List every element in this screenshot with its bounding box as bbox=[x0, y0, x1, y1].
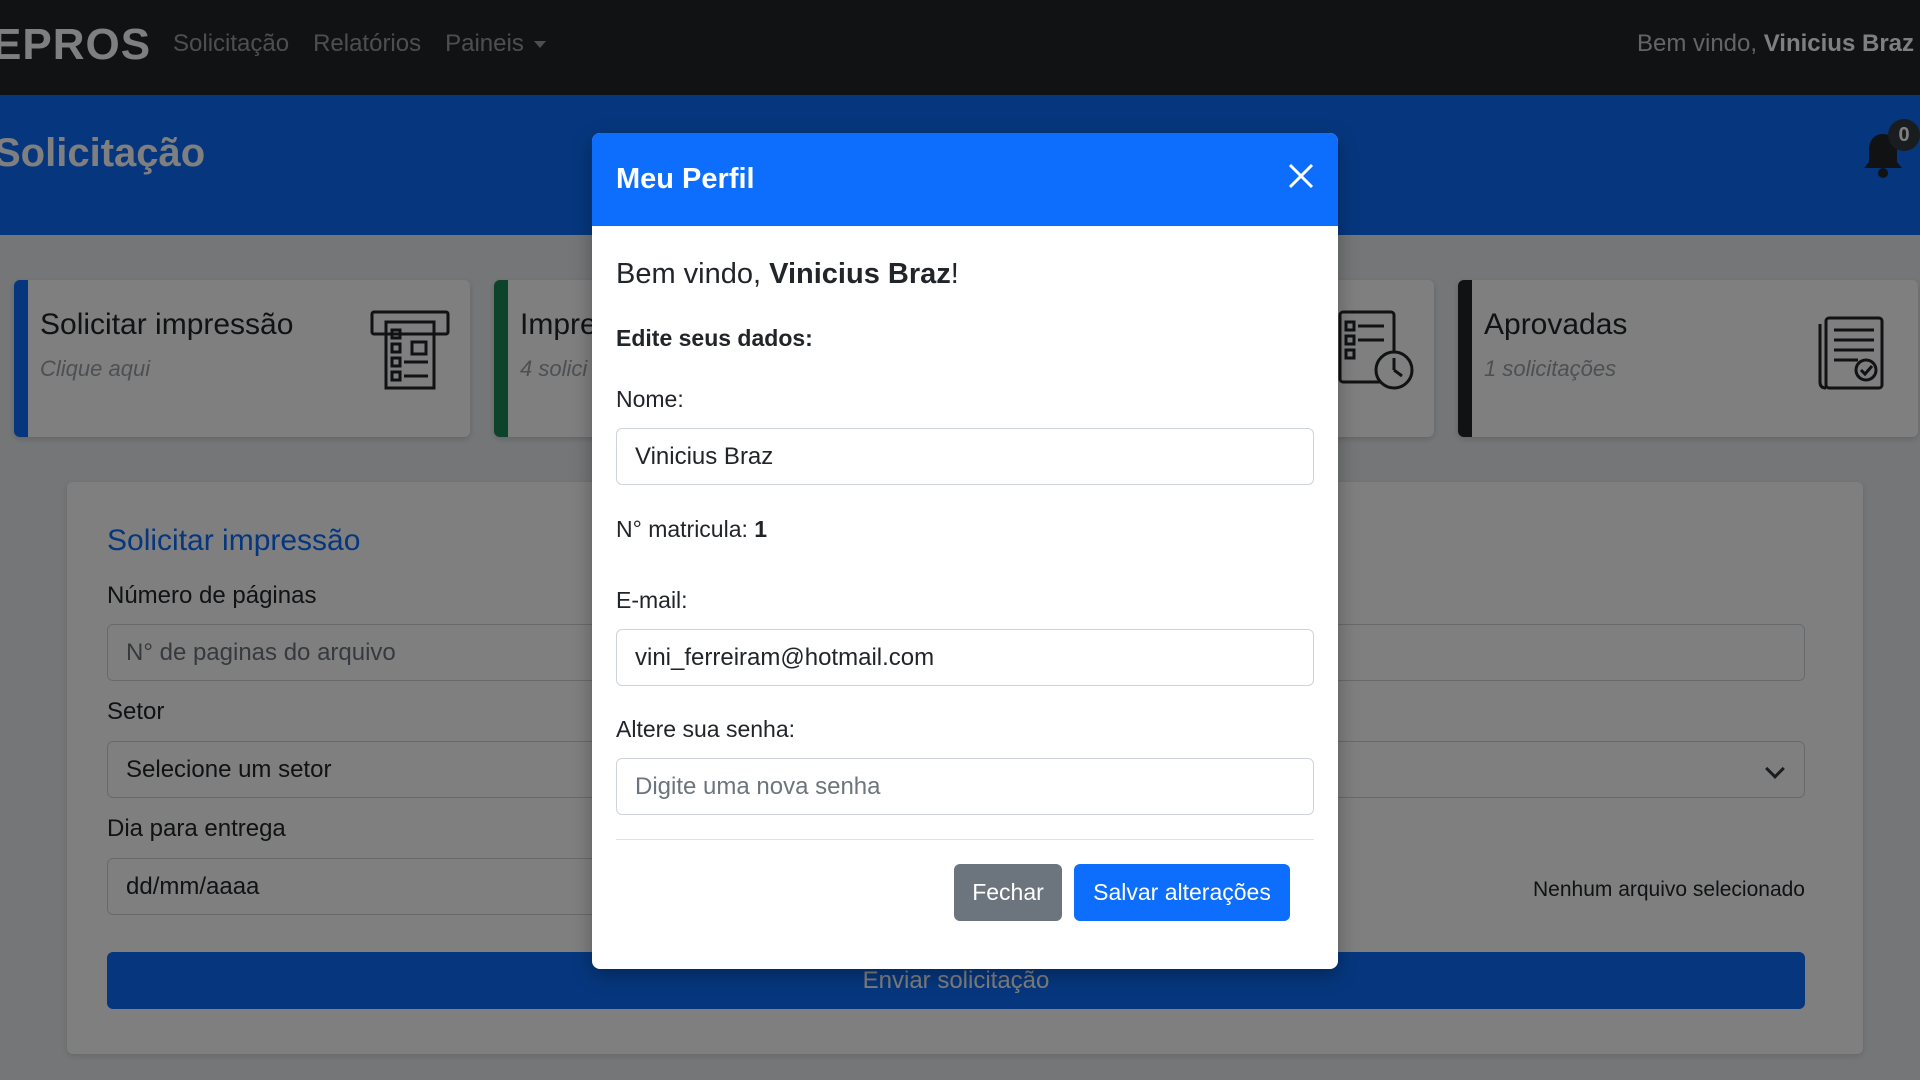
name-input[interactable]: Vinicius Braz bbox=[616, 428, 1314, 485]
password-input[interactable]: Digite uma nova senha bbox=[616, 758, 1314, 815]
modal-footer-divider bbox=[616, 839, 1314, 840]
save-changes-button[interactable]: Salvar alterações bbox=[1074, 864, 1290, 921]
modal-greeting: Bem vindo, Vinicius Braz! bbox=[616, 258, 959, 291]
modal-header: Meu Perfil bbox=[592, 133, 1338, 226]
greeting-suffix: ! bbox=[950, 258, 959, 290]
matricula-row: N° matricula: 1 bbox=[616, 516, 767, 543]
email-label: E-mail: bbox=[616, 587, 688, 613]
modal-title: Meu Perfil bbox=[616, 163, 755, 195]
matricula-value: 1 bbox=[754, 516, 768, 542]
close-button[interactable]: Fechar bbox=[954, 864, 1062, 921]
edit-data-label: Edite seus dados: bbox=[616, 325, 813, 351]
matricula-label: N° matricula: bbox=[616, 516, 748, 542]
greeting-user: Vinicius Braz bbox=[769, 258, 951, 290]
greeting-prefix: Bem vindo, bbox=[616, 258, 762, 290]
name-label: Nome: bbox=[616, 386, 684, 412]
close-icon[interactable] bbox=[1286, 161, 1316, 191]
password-label: Altere sua senha: bbox=[616, 716, 796, 742]
email-input[interactable]: vini_ferreiram@hotmail.com bbox=[616, 629, 1314, 686]
profile-modal: Meu Perfil Bem vindo, Vinicius Braz! Edi… bbox=[592, 133, 1338, 969]
